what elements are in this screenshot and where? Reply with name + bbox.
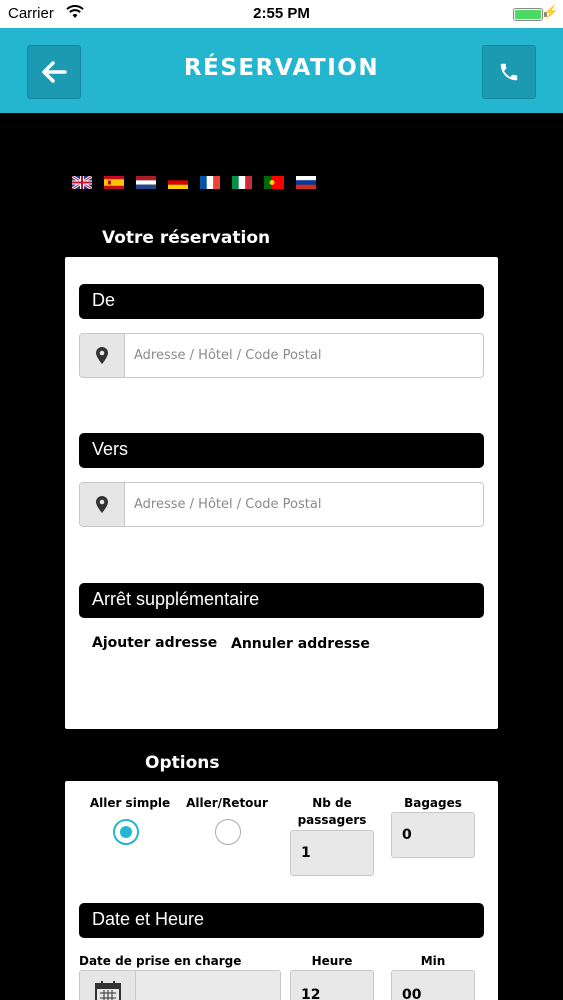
round-trip-radio[interactable] — [215, 819, 241, 845]
extra-stop-header: Arrêt supplémentaire — [79, 583, 484, 618]
from-header: De — [79, 284, 484, 319]
luggage-label: Bagages — [404, 796, 462, 810]
flag-italy-icon[interactable] — [232, 176, 252, 189]
passengers-input[interactable]: 1 — [290, 830, 374, 876]
flag-spain-icon[interactable] — [104, 176, 124, 189]
from-address-input[interactable] — [125, 334, 483, 377]
pickup-date-label: Date de prise en charge — [79, 954, 242, 968]
luggage-input[interactable]: 0 — [391, 812, 475, 858]
page-title: RÉSERVATION — [183, 55, 380, 81]
flag-netherlands-icon[interactable] — [136, 176, 156, 189]
one-way-radio[interactable] — [113, 819, 139, 845]
flag-france-icon[interactable] — [200, 176, 220, 189]
min-label: Min — [420, 954, 446, 968]
flag-uk-icon[interactable] — [72, 176, 92, 189]
location-pin-icon — [80, 483, 125, 526]
reservation-section-title: Votre réservation — [102, 228, 271, 248]
pickup-date-value — [136, 971, 280, 1000]
call-button[interactable] — [482, 45, 536, 99]
header-bar: RÉSERVATION — [0, 28, 563, 113]
flag-portugal-icon[interactable] — [264, 176, 284, 189]
to-header: Vers — [79, 433, 484, 468]
cancel-address-button[interactable]: Annuler addresse — [231, 636, 370, 652]
charging-icon: ⚡ — [542, 4, 559, 19]
options-section-title: Options — [145, 753, 220, 773]
min-input[interactable]: 00 — [391, 970, 475, 1000]
to-address-input[interactable] — [125, 483, 483, 526]
flag-germany-icon[interactable] — [168, 176, 188, 189]
pickup-date-field[interactable] — [79, 970, 281, 1000]
passengers-label: Nb de passagers — [297, 796, 367, 827]
round-trip-label: Aller/Retour — [186, 796, 268, 810]
hour-input[interactable]: 12 — [290, 970, 374, 1000]
datetime-header: Date et Heure — [79, 903, 484, 938]
add-address-button[interactable]: Ajouter adresse — [92, 635, 217, 651]
to-address-field — [79, 482, 484, 527]
hour-label: Heure — [311, 954, 353, 968]
location-pin-icon — [80, 334, 125, 377]
calendar-icon — [80, 971, 136, 1000]
flag-russia-icon[interactable] — [296, 176, 316, 189]
reservation-card: De Vers Arrêt supplémentaire Ajouter adr… — [65, 257, 498, 729]
from-address-field — [79, 333, 484, 378]
battery-icon — [513, 8, 543, 21]
language-selector — [72, 176, 316, 189]
options-card: Aller simple Aller/Retour Nb de passager… — [65, 781, 498, 1000]
one-way-label: Aller simple — [89, 796, 171, 810]
status-bar: Carrier 2:55 PM ⚡ — [0, 0, 563, 28]
phone-icon — [500, 63, 518, 81]
clock: 2:55 PM — [253, 5, 310, 22]
